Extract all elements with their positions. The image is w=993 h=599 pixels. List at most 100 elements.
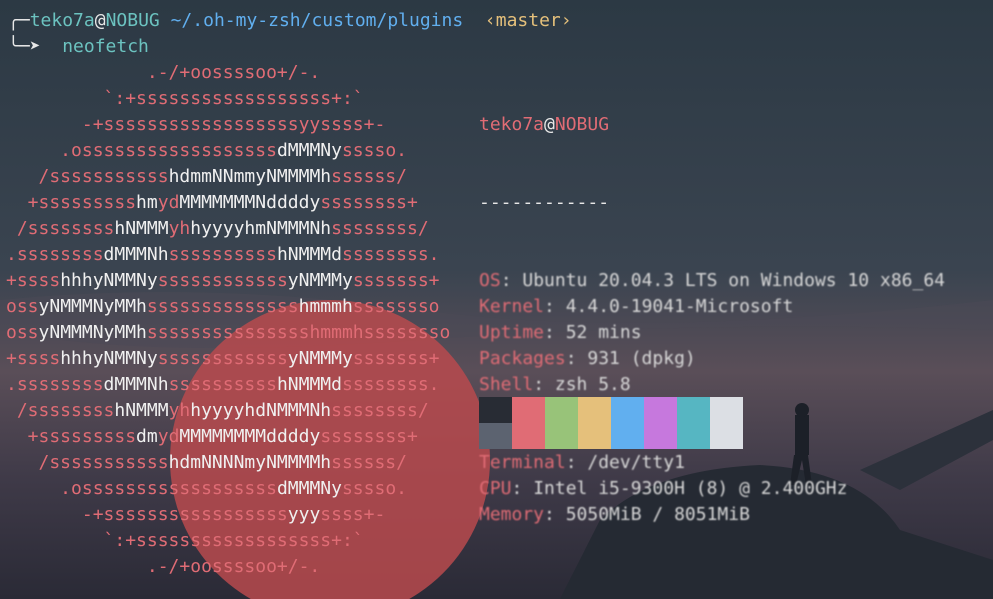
info-row: Packages: 931 (dpkg) <box>479 346 945 372</box>
ascii-line: .ossssssssssssssssssdMMMNysssso. <box>6 476 407 502</box>
color-swatch <box>611 397 644 423</box>
info-key: Packages <box>479 348 566 369</box>
info-row: Shell: zsh 5.8 <box>479 372 945 398</box>
info-row: CPU: Intel i5-9300H (8) @ 2.400GHz <box>479 476 945 502</box>
ascii-line: -+sssssssssssssssssyyyssss+- <box>6 502 385 528</box>
info-header: teko7a@NOBUG <box>479 112 945 138</box>
ascii-line: .ssssssssdMMMNhsssssssssshNMMMdssssssss. <box>6 372 440 398</box>
ascii-segment: ssssss/ <box>331 452 407 473</box>
ascii-segment: ssssssssssss <box>157 348 288 369</box>
system-info-panel: teko7a@NOBUG ------------ OS: Ubuntu 20.… <box>479 60 945 554</box>
info-host: NOBUG <box>554 114 610 135</box>
ascii-line: .-/+oossssoo+/-. <box>6 60 320 86</box>
ascii-segment: yNMMMy <box>287 348 353 369</box>
ascii-segment: hdmNNNNmyNMMMMh <box>168 452 332 473</box>
ascii-segment: dMMMNh <box>103 244 169 265</box>
ascii-segment: -+sssssssssssssssss <box>6 504 288 525</box>
color-swatch <box>479 423 512 449</box>
ascii-segment: ssssssso <box>352 296 440 317</box>
ascii-segment: +ssss <box>6 270 61 291</box>
info-row: OS: Ubuntu 20.04.3 LTS on Windows 10 x86… <box>479 268 945 294</box>
info-value: : 4.4.0-19041-Microsoft <box>544 296 794 317</box>
ascii-segment: oss <box>6 296 39 317</box>
color-palette <box>479 397 743 449</box>
ascii-segment: yd <box>157 426 180 447</box>
ascii-line: .ossssssssssssssssssdMMMNysssso. <box>6 138 407 164</box>
ascii-segment: /sssssssssss <box>6 166 169 187</box>
command-line[interactable]: ╰─➤ neofetch <box>8 34 149 60</box>
info-value: : Ubuntu 20.04.3 LTS on Windows 10 x86_6… <box>500 270 946 291</box>
color-swatch <box>578 423 611 449</box>
prompt-host: NOBUG <box>105 10 160 31</box>
ascii-segment: ssssssssssss <box>157 270 288 291</box>
prompt-path: ~/.oh-my-zsh/custom/plugins <box>170 10 464 31</box>
ascii-segment: ssssssssss <box>168 244 277 265</box>
color-swatch <box>512 397 545 423</box>
ascii-segment: sssso. <box>341 140 407 161</box>
ascii-line: .-/+oossssoo+/-. <box>6 554 320 580</box>
ascii-segment: ssssssssssssss <box>146 296 299 317</box>
ascii-segment: +sssssssss <box>6 426 137 447</box>
prompt-corner-top: ╭─ <box>8 10 30 31</box>
color-swatch <box>479 397 512 423</box>
info-key: Uptime <box>479 322 545 343</box>
ascii-segment: MMMMMMMMddddy <box>179 426 321 447</box>
command-text: neofetch <box>62 36 149 57</box>
prompt-at: @ <box>94 10 106 31</box>
ascii-segment: dMMMNy <box>276 140 342 161</box>
info-user: teko7a <box>479 114 545 135</box>
ascii-segment: hNMMM <box>114 400 169 421</box>
ascii-line: +sssshhhyNMMNyssssssssssssyNMMMysssssss+ <box>6 268 440 294</box>
ascii-segment: hhhyNMMNy <box>60 270 158 291</box>
ascii-segment: hNMMMd <box>276 244 342 265</box>
color-swatch <box>677 423 710 449</box>
ascii-segment: yNMMMNyMMh <box>38 296 147 317</box>
ascii-segment: ssssssssss <box>168 374 277 395</box>
ascii-segment: ssssss/ <box>331 166 407 187</box>
info-key: Shell <box>479 374 534 395</box>
ascii-segment: yyy <box>287 504 321 525</box>
ascii-segment: /sssssssssss <box>6 452 169 473</box>
ascii-segment: yh <box>168 218 191 239</box>
ascii-segment: `:+ssssssssssssssssss+:` <box>6 88 364 109</box>
ascii-segment: oss <box>6 322 39 343</box>
ascii-segment: /ssssssss <box>6 218 115 239</box>
ascii-line: +sssssssssdmydMMMMMMMMddddyssssssss+ <box>6 424 418 450</box>
ascii-segment: dMMMNh <box>103 374 169 395</box>
info-key: CPU <box>479 478 512 499</box>
info-value: : 5050MiB / 8051MiB <box>544 504 750 525</box>
ascii-segment: `:+ssssssssssssssssss+:` <box>6 530 364 551</box>
ascii-line: /sssssssshNMMMyhhyyyyhmNMMMNhssssssss/ <box>6 216 429 242</box>
ascii-line: /sssssssshNMMMyhhyyyyhdNMMMNhssssssss/ <box>6 398 429 424</box>
ascii-segment: hhhyNMMNy <box>60 348 158 369</box>
ascii-segment: hNMMM <box>114 218 169 239</box>
ascii-line: `:+ssssssssssssssssss+:` <box>6 528 364 554</box>
ascii-segment: +sssssssss <box>6 192 137 213</box>
ascii-segment: sssssss+ <box>352 270 440 291</box>
prompt-corner-bottom: ╰─➤ <box>8 36 41 57</box>
color-swatch <box>677 397 710 423</box>
ascii-segment: yh <box>168 400 191 421</box>
ascii-segment: .ssssssss <box>6 244 104 265</box>
color-swatch <box>710 397 743 423</box>
ascii-line: ossyNMMMNyMMhssssssssssssssshmmmhsssssss… <box>6 320 450 346</box>
ascii-segment: hyyyyhdNMMMNh <box>190 400 332 421</box>
prompt-line: ╭─teko7a@NOBUG ~/.oh-my-zsh/custom/plugi… <box>8 8 572 34</box>
prompt-git-branch: ‹master› <box>484 10 572 31</box>
ascii-line: +sssshhhyNMMNyssssssssssssyNMMMysssssss+ <box>6 346 440 372</box>
info-row: Kernel: 4.4.0-19041-Microsoft <box>479 294 945 320</box>
ascii-segment: ssssssss+ <box>320 192 418 213</box>
info-separator: ------------ <box>479 192 610 213</box>
info-key: Kernel <box>479 296 545 317</box>
color-swatch <box>545 397 578 423</box>
ascii-line: .ssssssssdMMMNhsssssssssshNMMMdssssssss. <box>6 242 440 268</box>
ascii-segment: .ossssssssssssssssss <box>6 478 277 499</box>
ascii-segment: .-/+oossssoo+/-. <box>6 62 321 83</box>
info-row: Uptime: 52 mins <box>479 320 945 346</box>
ascii-line: +ssssssssshmydMMMMMMMNddddyssssssss+ <box>6 190 418 216</box>
ascii-segment: hNMMMd <box>276 374 342 395</box>
ascii-segment: ssssssss+ <box>320 426 418 447</box>
ascii-segment: ssssssssssssssshmmmhssssssso <box>146 322 451 343</box>
ascii-segment: hdmmNNmmyNMMMMh <box>168 166 332 187</box>
ascii-line: /ssssssssssshdmNNNNmyNMMMMhssssss/ <box>6 450 407 476</box>
